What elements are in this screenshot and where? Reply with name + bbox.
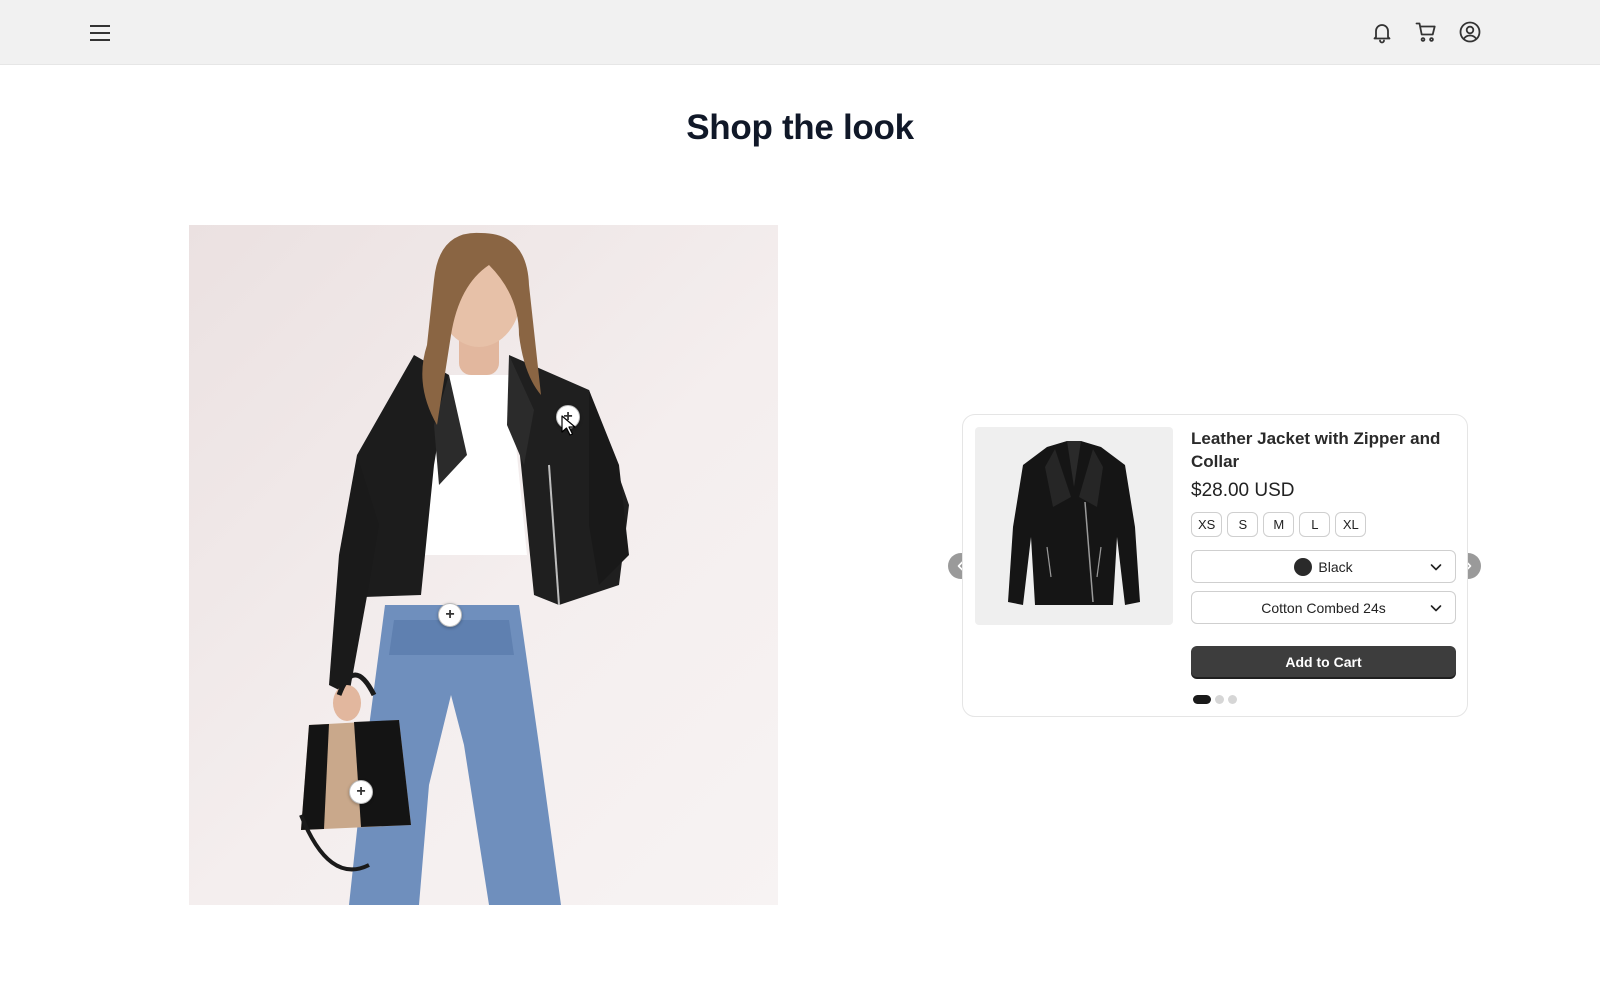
model-illustration (299, 232, 629, 905)
color-swatch (1294, 557, 1313, 576)
product-name: Leather Jacket with Zipper and Collar (1191, 429, 1441, 471)
product-image[interactable] (975, 427, 1173, 625)
hotspot-handbag[interactable]: + (349, 780, 373, 804)
add-to-cart-button[interactable]: Add to Cart (1191, 646, 1456, 677)
chevron-down-icon (1430, 605, 1442, 612)
jacket-product-illustration (1008, 441, 1140, 605)
header-actions (1370, 20, 1482, 44)
product-card: Leather Jacket with Zipper and Collar $2… (962, 414, 1468, 717)
page-title: Shop the look (686, 108, 914, 147)
cart-icon[interactable] (1414, 20, 1438, 44)
size-option-xs[interactable]: XS (1191, 512, 1223, 537)
size-option-s[interactable]: S (1227, 512, 1259, 537)
color-select[interactable]: Black (1191, 550, 1456, 583)
product-price: $28.00 USD (1191, 480, 1295, 501)
hotspot-jeans[interactable]: + (438, 603, 462, 627)
user-circle-icon[interactable] (1458, 20, 1482, 44)
bell-icon[interactable] (1370, 20, 1394, 44)
carousel-dot-1[interactable] (1193, 695, 1211, 704)
material-select-value: Cotton Combed 24s (1261, 599, 1386, 616)
carousel-dot-2[interactable] (1215, 695, 1224, 704)
color-select-value: Black (1318, 558, 1353, 575)
carousel-pagination (1193, 695, 1237, 704)
size-option-m[interactable]: M (1263, 512, 1295, 537)
carousel-dot-3[interactable] (1228, 695, 1237, 704)
material-select[interactable]: Cotton Combed 24s (1191, 591, 1456, 624)
size-option-xl[interactable]: XL (1335, 512, 1367, 537)
size-options: XS S M L XL (1191, 512, 1367, 537)
size-option-l[interactable]: L (1299, 512, 1331, 537)
top-navigation-bar (0, 0, 1600, 65)
mouse-cursor-icon (561, 415, 576, 436)
look-photo: + + + (189, 225, 778, 905)
hamburger-menu-icon[interactable] (87, 21, 113, 45)
chevron-down-icon (1430, 564, 1442, 571)
